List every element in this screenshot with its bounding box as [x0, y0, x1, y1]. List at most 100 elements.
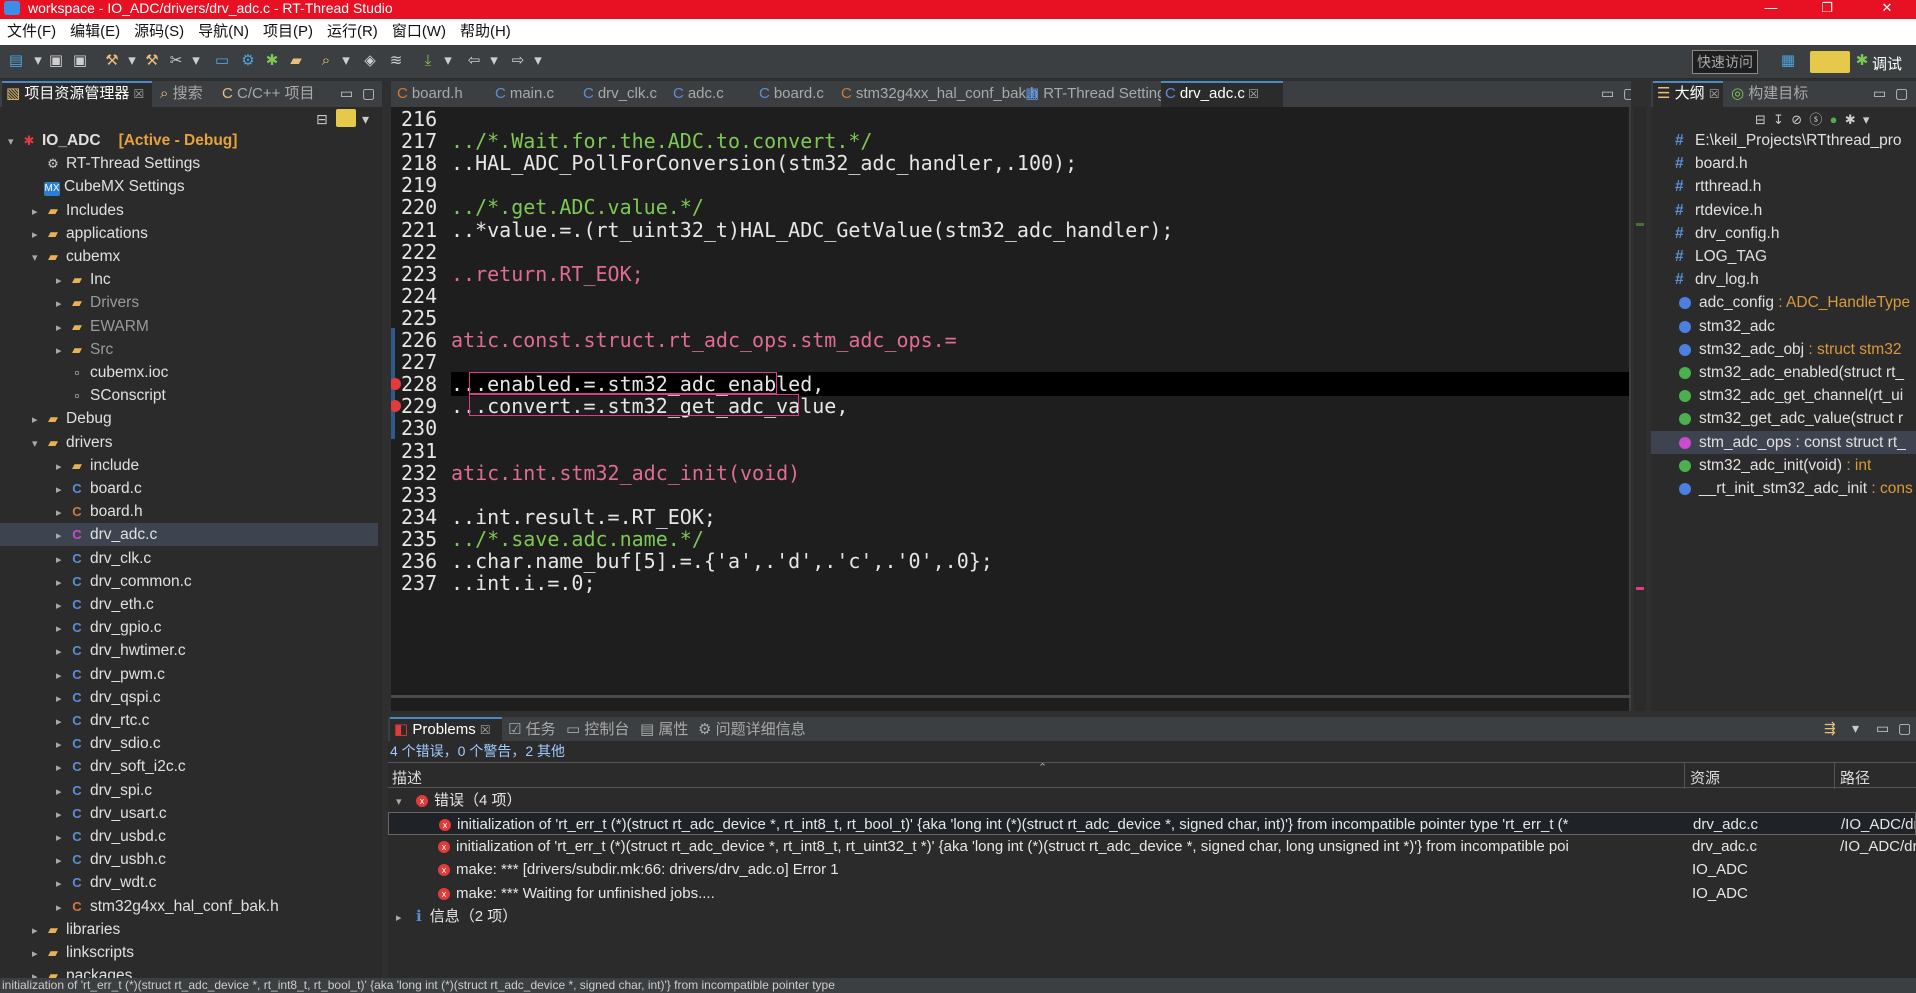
debug-bug-icon[interactable]: ✱: [264, 53, 280, 69]
close-icon[interactable]: ☒: [1709, 87, 1720, 101]
hide-static-icon[interactable]: ⓢ: [1809, 112, 1822, 127]
collapse-all-icon[interactable]: ⊟: [1755, 112, 1766, 127]
tree-item[interactable]: ▸ Cdrv_usart.c: [0, 802, 378, 825]
problem-row[interactable]: x make: *** Waiting for unfinished jobs..…: [388, 882, 1916, 905]
collapse-arrow-icon[interactable]: ▾: [32, 433, 44, 456]
editor-tab[interactable]: Cboard.c: [755, 81, 835, 107]
view-menu-icon[interactable]: ▾: [362, 111, 369, 128]
tree-item[interactable]: ▸ Cboard.h: [0, 500, 378, 523]
close-icon[interactable]: ☒: [134, 87, 145, 101]
expand-arrow-icon[interactable]: ▸: [56, 850, 68, 873]
tree-item[interactable]: ▸ Cdrv_spi.c: [0, 779, 378, 802]
expand-arrow-icon[interactable]: ▸: [56, 549, 68, 572]
debug-perspective-label[interactable]: 调试: [1872, 53, 1902, 74]
sort-icon[interactable]: ↧: [1773, 112, 1784, 127]
expand-arrow-icon[interactable]: ▸: [32, 943, 44, 966]
tools-icon[interactable]: ✂: [168, 53, 184, 69]
tree-item[interactable]: ▸ ▰ libraries: [0, 918, 378, 941]
code-line[interactable]: atic.int.stm32_adc_init(void): [451, 461, 800, 485]
folder-open-icon[interactable]: ▰: [288, 53, 304, 69]
outline-item[interactable]: stm_adc_ops : const struct rt_: [1651, 430, 1916, 454]
code-line[interactable]: ..int.result.=.RT_EOK;: [451, 505, 716, 529]
expand-arrow-icon[interactable]: ▸: [56, 479, 68, 502]
outline-item[interactable]: # LOG_TAG: [1651, 245, 1916, 268]
tree-item[interactable]: ▸ Cstm32g4xx_hal_conf_bak.h: [0, 895, 378, 918]
tree-item[interactable]: ▸ ▰ linkscripts: [0, 941, 378, 964]
tree-item[interactable]: ⚙ RT-Thread Settings: [0, 152, 378, 175]
editor-tab[interactable]: Cmain.c: [491, 81, 577, 107]
quick-access-field[interactable]: 快速访问: [1692, 50, 1758, 74]
collapse-arrow-icon[interactable]: ▾: [32, 247, 44, 270]
minimize-panel-icon[interactable]: ▭: [1876, 720, 1889, 737]
expand-arrow-icon[interactable]: ▸: [56, 688, 68, 711]
menu-help[interactable]: 帮助(H): [453, 23, 518, 40]
dropdown-icon[interactable]: ▾: [338, 53, 354, 69]
error-group-row[interactable]: ▾ x 错误（4 项）: [388, 789, 1916, 812]
maximize-panel-icon[interactable]: ▢: [1898, 720, 1911, 737]
minimize-panel-icon[interactable]: ▭: [340, 85, 353, 102]
tree-item[interactable]: ▾ ▰ cubemx: [0, 245, 378, 268]
tree-item[interactable]: ▸ Cboard.c: [0, 477, 378, 500]
column-path[interactable]: 路径: [1840, 767, 1870, 788]
minimize-editor-icon[interactable]: ▭: [1601, 85, 1614, 102]
tree-item[interactable]: ▸ Cdrv_soft_i2c.c: [0, 755, 378, 778]
expand-arrow-icon[interactable]: ▸: [56, 618, 68, 641]
tree-item[interactable]: ▸ Cdrv_wdt.c: [0, 871, 378, 894]
dropdown-icon[interactable]: ▾: [124, 53, 140, 69]
build-icon[interactable]: ⚒: [104, 53, 120, 69]
code-editor[interactable]: 216 217 218 219 220 221 222 223 224 225 226 227 228 2…: [391, 107, 1631, 711]
info-group-row[interactable]: ▸ ℹ 信息（2 项）: [388, 905, 1916, 928]
menu-edit[interactable]: 编辑(E): [63, 23, 127, 40]
back-icon[interactable]: ⇦: [466, 53, 482, 69]
outline-item[interactable]: adc_config : ADC_HandleType: [1651, 291, 1916, 314]
save-icon[interactable]: ▣: [48, 53, 64, 69]
tree-item[interactable]: ▸ ▰ Drivers: [0, 291, 378, 314]
stack-icon[interactable]: ≋: [388, 53, 404, 69]
expand-arrow-icon[interactable]: ▸: [396, 907, 408, 928]
close-button[interactable]: ✕: [1864, 0, 1910, 19]
menu-navigate[interactable]: 导航(N): [191, 23, 256, 40]
expand-arrow-icon[interactable]: ▸: [56, 873, 68, 896]
code-line[interactable]: ../*.save.adc.name.*/: [451, 527, 704, 551]
outline-item[interactable]: stm32_adc_enabled(struct rt_: [1651, 361, 1916, 384]
tree-item[interactable]: ▸ Cdrv_pwm.c: [0, 663, 378, 686]
outline-item[interactable]: stm32_adc_init(void) : int: [1651, 454, 1916, 477]
tab-tasks[interactable]: ☑ 任务: [504, 717, 560, 741]
expand-arrow-icon[interactable]: ▸: [56, 293, 68, 316]
outline-item[interactable]: # drv_config.h: [1651, 222, 1916, 245]
tree-item[interactable]: ▸ Cdrv_usbh.c: [0, 848, 378, 871]
menu-window[interactable]: 窗口(W): [385, 23, 453, 40]
tree-item[interactable]: ▸ Cdrv_qspi.c: [0, 686, 378, 709]
search-icon[interactable]: ⌕: [318, 53, 334, 69]
outline-item[interactable]: # board.h: [1651, 152, 1916, 175]
expand-arrow-icon[interactable]: ▸: [32, 201, 44, 224]
tab-project-explorer[interactable]: ▧ 项目资源管理器 ☒: [2, 81, 152, 107]
expand-arrow-icon[interactable]: ▸: [56, 781, 68, 804]
editor-tab[interactable]: Cstm32g4xx_hal_conf_bak.h: [837, 81, 1038, 107]
expand-arrow-icon[interactable]: ▸: [56, 804, 68, 827]
tab-build-targets[interactable]: ◎ 构建目标: [1727, 81, 1837, 107]
tab-console[interactable]: ▭ 控制台: [562, 717, 634, 741]
column-description[interactable]: 描述: [392, 767, 422, 788]
code-line[interactable]: ../*.get.ADC.value.*/: [451, 195, 704, 219]
dropdown-icon[interactable]: ▾: [530, 53, 546, 69]
problem-row[interactable]: x make: *** [drivers/subdir.mk:66: driver…: [388, 858, 1916, 881]
tree-item[interactable]: ▸ Cdrv_adc.c: [0, 523, 378, 547]
collapse-all-icon[interactable]: ⊟: [316, 111, 328, 128]
tree-item[interactable]: ▸ Cdrv_eth.c: [0, 593, 378, 616]
outline-item[interactable]: # E:\keil_Projects\RTthread_pro: [1651, 129, 1916, 152]
tree-item[interactable]: ▸ ▰ EWARM: [0, 315, 378, 338]
link-editor-icon[interactable]: [336, 109, 356, 127]
outline-item[interactable]: stm32_adc_get_channel(rt_ui: [1651, 384, 1916, 407]
hammer-icon[interactable]: ⚒: [144, 53, 160, 69]
menu-project[interactable]: 项目(P): [256, 23, 320, 40]
view-menu-icon[interactable]: ▾: [1863, 112, 1870, 127]
cpp-perspective-icon[interactable]: [1810, 51, 1850, 73]
expand-arrow-icon[interactable]: ▸: [56, 711, 68, 734]
expand-arrow-icon[interactable]: ▸: [56, 270, 68, 293]
code-line[interactable]: ..return.RT_EOK;: [451, 262, 644, 286]
expand-arrow-icon[interactable]: ▸: [56, 734, 68, 757]
tree-item[interactable]: ▸ ▰ Inc: [0, 268, 378, 291]
tab-properties[interactable]: ▤ 属性: [636, 717, 692, 741]
perspective-grid-icon[interactable]: ▦: [1780, 53, 1796, 69]
